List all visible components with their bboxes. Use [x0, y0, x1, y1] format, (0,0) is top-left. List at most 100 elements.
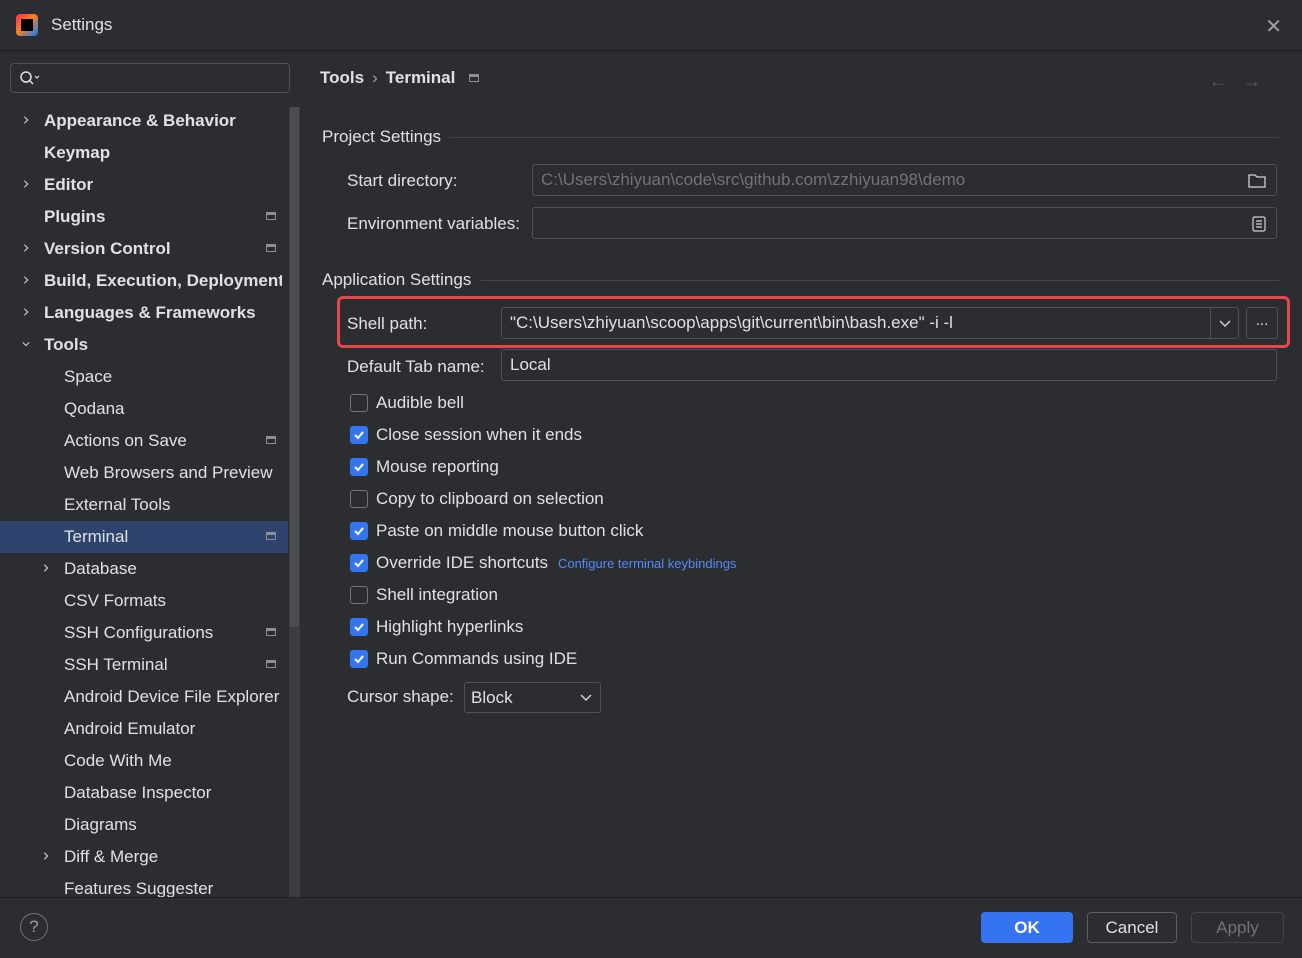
sidebar-item-features-suggester[interactable]: Features Suggester: [0, 873, 288, 897]
shell-path-combobox[interactable]: "C:\Users\zhiyuan\scoop\apps\git\current…: [501, 307, 1239, 339]
apply-button[interactable]: Apply: [1191, 912, 1284, 943]
cancel-button[interactable]: Cancel: [1087, 912, 1177, 943]
sidebar-item-label: SSH Configurations: [64, 623, 214, 642]
project-level-icon: [266, 244, 276, 252]
sidebar-item-keymap[interactable]: Keymap: [0, 137, 288, 169]
sidebar-item-ssh-configurations[interactable]: SSH Configurations: [0, 617, 288, 649]
chevron-down-icon[interactable]: [22, 340, 30, 348]
project-level-icon: [266, 660, 276, 668]
document-list-icon[interactable]: [1252, 216, 1266, 232]
dialog-footer: ? OK Cancel Apply: [0, 897, 1302, 958]
search-input[interactable]: [10, 63, 290, 93]
intellij-logo-icon: [16, 14, 38, 36]
close-icon[interactable]: ✕: [1265, 14, 1282, 39]
sidebar-item-label: External Tools: [64, 495, 171, 514]
sidebar-item-label: Keymap: [44, 143, 111, 162]
cursor-shape-select[interactable]: Block: [464, 682, 601, 713]
sidebar-item-label: Web Browsers and Preview: [64, 463, 273, 482]
sidebar-item-label: Android Device File Explorer: [64, 687, 280, 706]
start-directory-field[interactable]: C:\Users\zhiyuan\code\src\github.com\zzh…: [532, 164, 1277, 196]
sidebar-item-database-inspector[interactable]: Database Inspector: [0, 777, 288, 809]
sidebar-scroll-thumb[interactable]: [290, 107, 299, 627]
default-tab-name-field[interactable]: Local: [501, 349, 1277, 381]
sidebar-item-diff-merge[interactable]: Diff & Merge: [0, 841, 288, 873]
sidebar-item-label: Languages & Frameworks: [44, 303, 256, 322]
checkbox-checked-icon[interactable]: [350, 650, 368, 668]
title-bar: Settings ✕: [0, 0, 1302, 51]
sidebar-item-diagrams[interactable]: Diagrams: [0, 809, 288, 841]
chevron-right-icon[interactable]: [22, 244, 30, 252]
sidebar-item-label: CSV Formats: [64, 591, 167, 610]
sidebar-item-csv-formats[interactable]: CSV Formats: [0, 585, 288, 617]
chevron-right-icon[interactable]: [22, 308, 30, 316]
sidebar-item-qodana[interactable]: Qodana: [0, 393, 288, 425]
sidebar-item-label: Tools: [44, 335, 89, 354]
checkbox-checked-icon[interactable]: [350, 458, 368, 476]
sidebar-item-label: Build, Execution, Deployment: [44, 271, 282, 290]
chevron-right-icon[interactable]: [22, 276, 30, 284]
sidebar-item-label: Actions on Save: [64, 431, 187, 450]
sidebar-item-build-execution-deployment[interactable]: Build, Execution, Deployment: [0, 265, 288, 297]
sidebar-item-label: Diff & Merge: [64, 847, 159, 866]
sidebar-item-android-emulator[interactable]: Android Emulator: [0, 713, 288, 745]
sidebar-item-tools[interactable]: Tools: [0, 329, 288, 361]
checkbox-checked-icon[interactable]: [350, 522, 368, 540]
sidebar-item-label: Code With Me: [64, 751, 172, 770]
environment-variables-field[interactable]: [532, 207, 1277, 239]
sidebar-item-actions-on-save[interactable]: Actions on Save: [0, 425, 288, 457]
checkbox-label: Highlight hyperlinks: [376, 617, 524, 636]
chevron-right-icon[interactable]: [42, 564, 50, 572]
start-directory-label: Start directory:: [347, 171, 458, 190]
shell-path-label: Shell path:: [347, 314, 428, 333]
checkbox-checked-icon[interactable]: [350, 426, 368, 444]
sidebar-item-label: Database: [64, 559, 137, 578]
start-directory-value: C:\Users\zhiyuan\code\src\github.com\zzh…: [541, 170, 966, 189]
project-level-icon: [469, 74, 480, 82]
settings-tree: Appearance & Behavior Keymap Editor Plugins…: [0, 105, 288, 897]
sidebar-item-external-tools[interactable]: External Tools: [0, 489, 288, 521]
sidebar-item-ssh-terminal[interactable]: SSH Terminal: [0, 649, 288, 681]
default-tab-name-label: Default Tab name:: [347, 357, 485, 376]
help-button[interactable]: ?: [20, 913, 48, 941]
sidebar-item-web-browsers-and-preview[interactable]: Web Browsers and Preview: [0, 457, 288, 489]
checkbox-label: Close session when it ends: [376, 425, 583, 444]
checkbox-unchecked-icon[interactable]: [350, 490, 368, 508]
sidebar-item-languages-frameworks[interactable]: Languages & Frameworks: [0, 297, 288, 329]
configure-keybindings-link[interactable]: Configure terminal keybindings: [558, 556, 736, 571]
checkbox-checked-icon[interactable]: [350, 618, 368, 636]
project-level-icon: [266, 628, 276, 636]
chevron-right-icon[interactable]: [42, 852, 50, 860]
breadcrumb-parent[interactable]: Tools: [320, 68, 364, 87]
sidebar-item-android-device-file-explorer[interactable]: Android Device File Explorer: [0, 681, 288, 713]
sidebar-item-database[interactable]: Database: [0, 553, 288, 585]
chevron-right-icon[interactable]: [22, 116, 30, 124]
environment-variables-label: Environment variables:: [347, 214, 520, 233]
project-settings-title: Project Settings: [322, 127, 442, 146]
sidebar-item-plugins[interactable]: Plugins: [0, 201, 288, 233]
sidebar-item-terminal[interactable]: Terminal: [0, 521, 288, 553]
settings-content: Tools › Terminal ← → Project Settings Star…: [301, 51, 1302, 897]
sidebar-item-space[interactable]: Space: [0, 361, 288, 393]
checkbox-label: Audible bell: [376, 393, 464, 412]
breadcrumb: Tools › Terminal: [320, 68, 480, 88]
checkbox-checked-icon[interactable]: [350, 554, 368, 572]
arrow-right-icon[interactable]: →: [1243, 71, 1261, 92]
sidebar-item-code-with-me[interactable]: Code With Me: [0, 745, 288, 777]
ok-button[interactable]: OK: [981, 912, 1073, 943]
sidebar-item-editor[interactable]: Editor: [0, 169, 288, 201]
checkbox-unchecked-icon[interactable]: [350, 394, 368, 412]
sidebar-item-appearance-behavior[interactable]: Appearance & Behavior: [0, 105, 288, 137]
sidebar-item-version-control[interactable]: Version Control: [0, 233, 288, 265]
application-settings-title: Application Settings: [322, 270, 472, 289]
shell-path-dropdown[interactable]: [1210, 308, 1239, 338]
sidebar-item-label: Appearance & Behavior: [44, 111, 236, 130]
folder-icon[interactable]: [1248, 173, 1266, 188]
chevron-down-icon: [580, 694, 592, 702]
arrow-left-icon[interactable]: ←: [1209, 71, 1227, 92]
checkbox-unchecked-icon[interactable]: [350, 586, 368, 604]
sidebar-item-label: Version Control: [44, 239, 171, 258]
sidebar-item-label: Space: [64, 367, 113, 386]
chevron-right-icon[interactable]: [22, 180, 30, 188]
browse-button[interactable]: ...: [1246, 307, 1278, 339]
sidebar-item-label: Qodana: [64, 399, 125, 418]
